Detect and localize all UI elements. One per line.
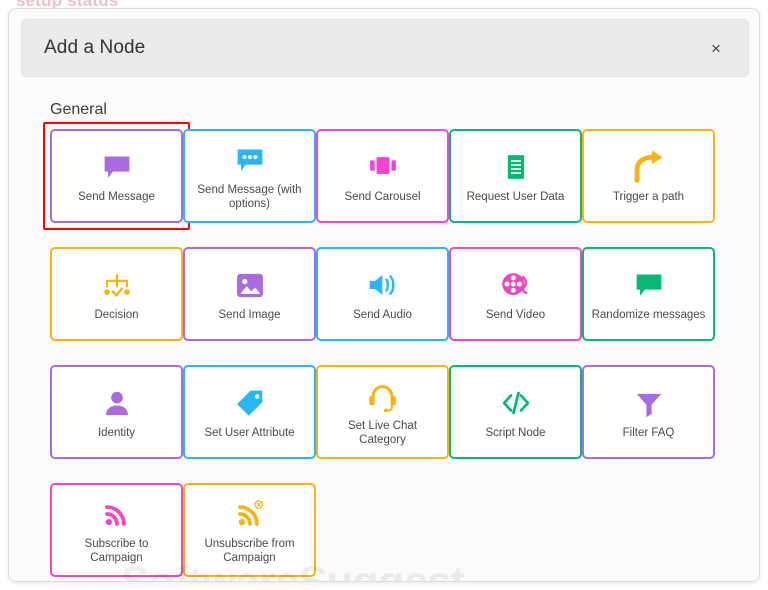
node-card-slot: Trigger a path (582, 129, 715, 223)
node-card-randomize-messages[interactable]: Randomize messages (582, 247, 715, 341)
speech-bubble-dots-icon (232, 140, 268, 180)
add-node-dialog: Add a Node × General Send MessageSend Me… (8, 8, 760, 582)
image-icon (233, 265, 267, 305)
rss-cancel-icon (235, 494, 265, 534)
node-card-label: Identity (98, 426, 135, 440)
node-card-send-message-with-options[interactable]: Send Message (with options) (183, 129, 316, 223)
node-card-label: Filter FAQ (623, 426, 675, 440)
dialog-header: Add a Node × (21, 19, 749, 77)
page-title: Add a Node (44, 37, 145, 59)
node-card-slot: Send Audio (316, 247, 449, 341)
node-card-label: Send Carousel (344, 190, 420, 204)
node-card-label: Send Message (with options) (191, 183, 309, 211)
node-card-request-user-data[interactable]: Request User Data (449, 129, 582, 223)
node-card-label: Set Live Chat Category (324, 419, 442, 447)
node-card-slot: Send Message (with options) (183, 129, 316, 223)
node-card-decision[interactable]: Decision (50, 247, 183, 341)
node-grid: Send Message Send Message (with options) S… (50, 129, 730, 577)
tag-icon (234, 383, 266, 423)
node-card-label: Send Image (218, 308, 280, 322)
node-card-slot: Randomize messages (582, 247, 715, 341)
node-card-label: Randomize messages (592, 308, 706, 322)
speech-bubble-icon (99, 147, 135, 187)
node-card-script-node[interactable]: Script Node (449, 365, 582, 459)
curved-arrow-icon (631, 147, 667, 187)
node-card-set-live-chat-category[interactable]: Set Live Chat Category (316, 365, 449, 459)
node-card-send-image[interactable]: Send Image (183, 247, 316, 341)
node-card-slot: Set Live Chat Category (316, 365, 449, 459)
rss-icon (102, 494, 132, 534)
node-card-subscribe-to-campaign[interactable]: Subscribe to Campaign (50, 483, 183, 577)
dialog-body: General Send Message Send Message (with o… (9, 87, 760, 582)
node-card-slot: Identity (50, 365, 183, 459)
node-card-identity[interactable]: Identity (50, 365, 183, 459)
node-card-filter-faq[interactable]: Filter FAQ (582, 365, 715, 459)
node-card-slot: Set User Attribute (183, 365, 316, 459)
carousel-icon (365, 147, 401, 187)
node-card-label: Trigger a path (613, 190, 684, 204)
node-card-slot: Send Carousel (316, 129, 449, 223)
node-card-send-audio[interactable]: Send Audio (316, 247, 449, 341)
app-root: setup status Add a Node × General Send M… (0, 0, 768, 590)
node-card-send-carousel[interactable]: Send Carousel (316, 129, 449, 223)
node-card-label: Subscribe to Campaign (58, 537, 176, 565)
headset-icon (366, 376, 399, 416)
node-card-send-video[interactable]: Send Video (449, 247, 582, 341)
section-title-general: General (50, 101, 760, 119)
node-card-unsubscribe-from-campaign[interactable]: Unsubscribe from Campaign (183, 483, 316, 577)
node-card-label: Request User Data (467, 190, 565, 204)
node-card-label: Send Video (486, 308, 545, 322)
document-lines-icon (501, 147, 531, 187)
node-card-label: Decision (94, 308, 138, 322)
node-card-label: Script Node (485, 426, 545, 440)
node-card-slot: Request User Data (449, 129, 582, 223)
node-card-slot: Decision (50, 247, 183, 341)
node-card-slot: Filter FAQ (582, 365, 715, 459)
node-card-send-message[interactable]: Send Message (50, 129, 183, 223)
node-card-label: Send Message (78, 190, 155, 204)
close-icon[interactable]: × (704, 36, 728, 60)
node-card-slot: Send Image (183, 247, 316, 341)
film-reel-icon (499, 265, 533, 305)
decision-branch-icon (99, 265, 135, 305)
node-card-slot: Unsubscribe from Campaign (183, 483, 316, 577)
code-brackets-icon (499, 383, 533, 423)
person-icon (101, 383, 133, 423)
node-card-label: Set User Attribute (204, 426, 294, 440)
node-card-slot: Send Video (449, 247, 582, 341)
node-card-trigger-a-path[interactable]: Trigger a path (582, 129, 715, 223)
node-card-set-user-attribute[interactable]: Set User Attribute (183, 365, 316, 459)
node-card-slot: Send Message (50, 129, 183, 223)
speech-bubble-icon (631, 265, 667, 305)
node-card-label: Send Audio (353, 308, 412, 322)
node-card-slot: Subscribe to Campaign (50, 483, 183, 577)
node-card-label: Unsubscribe from Campaign (191, 537, 309, 565)
node-card-slot: Script Node (449, 365, 582, 459)
speaker-icon (366, 265, 400, 305)
funnel-icon (633, 383, 665, 423)
